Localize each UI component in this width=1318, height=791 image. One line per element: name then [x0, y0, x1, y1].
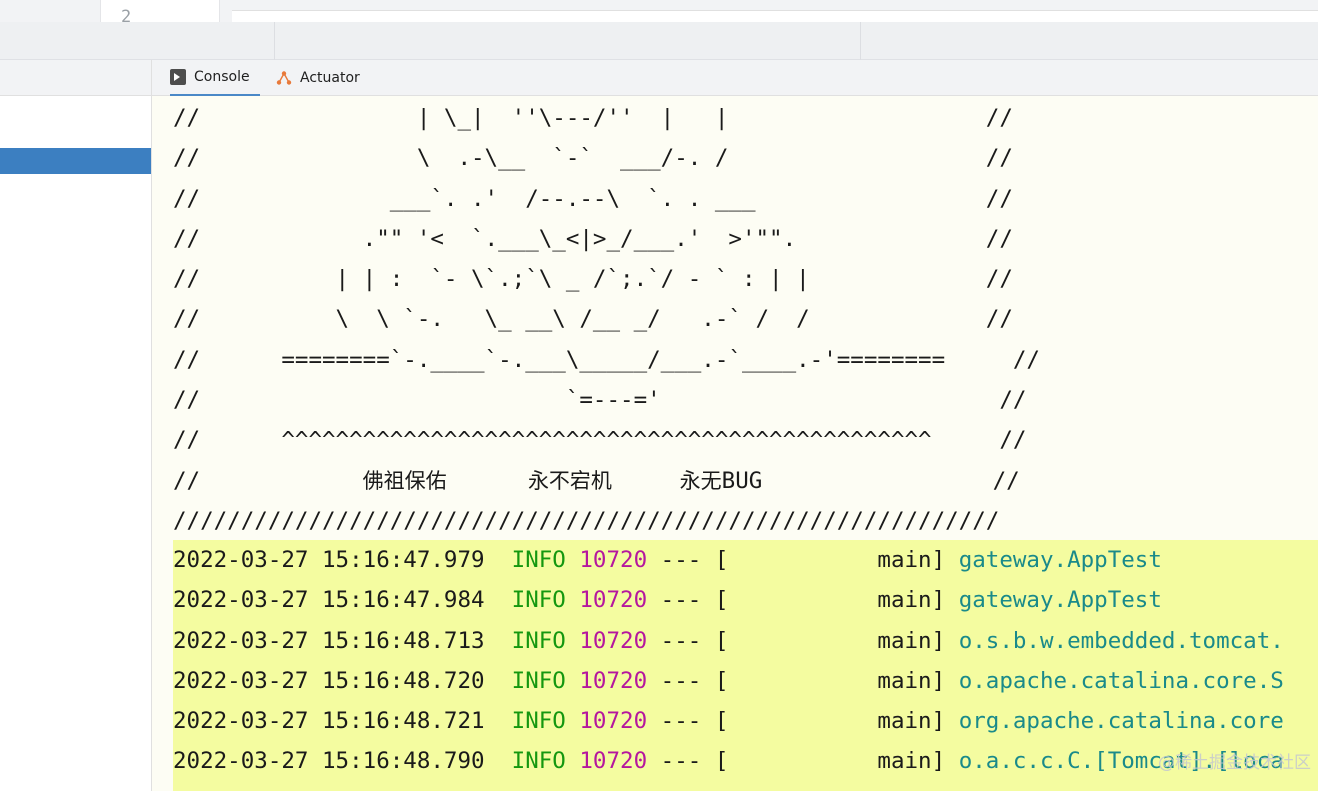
test-tree-panel	[0, 60, 152, 791]
actuator-icon	[276, 71, 292, 85]
blessing-phrase-2: 永不宕机	[527, 468, 612, 493]
console-output[interactable]: // | \_| ''\---/'' | | // // \ .-\__ `-`…	[152, 96, 1318, 791]
ascii-line: // | \_| ''\---/'' | | //	[173, 105, 1013, 131]
log-logger: gateway.AppTest	[958, 587, 1162, 614]
log-thread: main]	[877, 547, 946, 573]
log-line: 2022-03-27 15:16:47.979 INFO 10720 --- […	[173, 540, 1318, 580]
log-level: INFO	[511, 587, 566, 614]
test-tree-header	[0, 60, 151, 96]
log-pid: 10720	[579, 547, 648, 573]
log-timestamp: 2022-03-27 15:16:48.721	[173, 708, 485, 735]
log-logger: o.apache.catalina.core.S	[958, 667, 1284, 694]
log-logger: gateway.AppTest	[958, 547, 1162, 573]
log-separator: --- [	[660, 587, 729, 614]
ascii-banner: // | \_| ''\---/'' | | // // \ .-\__ `-`…	[173, 98, 1133, 541]
log-level: INFO	[511, 748, 566, 775]
log-thread: main]	[877, 587, 946, 614]
ascii-line: // \ \ `-. \_ __\ /__ _/ .-` / / //	[173, 306, 1013, 333]
ascii-line: // ___`. .' /--.--\ `. . ___ //	[173, 185, 1013, 212]
log-timestamp: 2022-03-27 15:16:48.720	[173, 667, 485, 694]
editor-line-number: 2	[100, 0, 220, 22]
log-thread: main]	[877, 748, 946, 775]
log-pid: 10720	[579, 667, 648, 694]
log-pid: 10720	[579, 587, 648, 614]
tool-window-header	[0, 22, 1318, 60]
blessing-line: // 佛祖保佑 永不宕机 永无BUG //	[173, 461, 1133, 501]
ascii-line: // ========`-.____`-.___\_____/___.-`___…	[173, 346, 1040, 373]
log-thread: main]	[877, 667, 946, 694]
console-tabs: Console Actuator	[152, 60, 1318, 96]
log-timestamp: 2022-03-27 15:16:47.984	[173, 587, 485, 614]
log-thread: main]	[877, 708, 946, 735]
log-separator: --- [	[660, 667, 729, 694]
toolbar-divider	[274, 22, 275, 60]
log-line: 2022-03-27 15:16:48.790 INFO 10720 --- […	[173, 741, 1318, 781]
log-logger: org.apache.catalina.core	[958, 708, 1284, 735]
log-timestamp: 2022-03-27 15:16:48.713	[173, 627, 485, 654]
ascii-line: // `=---=' //	[173, 387, 1027, 414]
log-line: 2022-03-27 15:16:48.721 INFO 10720 --- […	[173, 701, 1318, 741]
log-timestamp: 2022-03-27 15:16:48.790	[173, 748, 485, 775]
log-lines: 2022-03-27 15:16:47.979 INFO 10720 --- […	[173, 540, 1318, 791]
ascii-line: // ^^^^^^^^^^^^^^^^^^^^^^^^^^^^^^^^^^^^^…	[173, 427, 1027, 454]
tab-console[interactable]: Console	[170, 60, 260, 96]
log-line: 2022-03-27 15:16:48.720 INFO 10720 --- […	[173, 661, 1318, 701]
log-pid: 10720	[579, 708, 648, 735]
blessing-phrase-3-cn: 永无	[679, 468, 722, 493]
toolbar-divider	[860, 22, 861, 60]
watermark: @稀土掘金技术社区	[1158, 753, 1311, 773]
log-timestamp: 2022-03-27 15:16:47.979	[173, 547, 485, 573]
log-line: 2022-03-27 15:16:48.713 INFO 10720 --- […	[173, 621, 1318, 661]
log-separator: --- [	[660, 748, 729, 775]
ascii-divider: ////////////////////////////////////////…	[173, 507, 1000, 534]
log-separator: --- [	[660, 547, 729, 573]
log-level: INFO	[511, 708, 566, 735]
editor-strip: 2	[0, 0, 1318, 22]
log-thread: main]	[877, 627, 946, 654]
log-separator: --- [	[660, 708, 729, 735]
blessing-phrase-1: 佛祖保佑	[362, 468, 447, 493]
log-line: 2022-03-27 15:16:47.984 INFO 10720 --- […	[173, 580, 1318, 620]
log-pid: 10720	[579, 627, 648, 654]
blessing-phrase-3-en: BUG	[721, 467, 763, 494]
test-tree-selected-row[interactable]	[0, 148, 151, 174]
log-level: INFO	[511, 627, 566, 654]
log-pid: 10720	[579, 748, 648, 775]
ascii-line: // ."" '< `.___\_<|>_/___.' >'"". //	[173, 225, 1013, 252]
editor-area[interactable]	[232, 10, 1318, 22]
log-logger: o.s.b.w.embedded.tomcat.	[958, 627, 1284, 654]
blessing-suffix: //	[992, 467, 1020, 494]
tab-actuator[interactable]: Actuator	[276, 60, 376, 96]
log-separator: --- [	[660, 627, 729, 654]
blessing-prefix: //	[173, 467, 201, 494]
ascii-line: // | | : `- \`.;`\ _ /`;.`/ - ` : | | //	[173, 266, 1013, 293]
tab-actuator-label: Actuator	[300, 70, 360, 86]
ascii-line: // \ .-\__ `-` ___/-. / //	[173, 145, 1013, 172]
console-icon	[170, 69, 186, 85]
log-level: INFO	[511, 547, 566, 573]
tab-console-label: Console	[194, 69, 250, 85]
log-level: INFO	[511, 667, 566, 694]
